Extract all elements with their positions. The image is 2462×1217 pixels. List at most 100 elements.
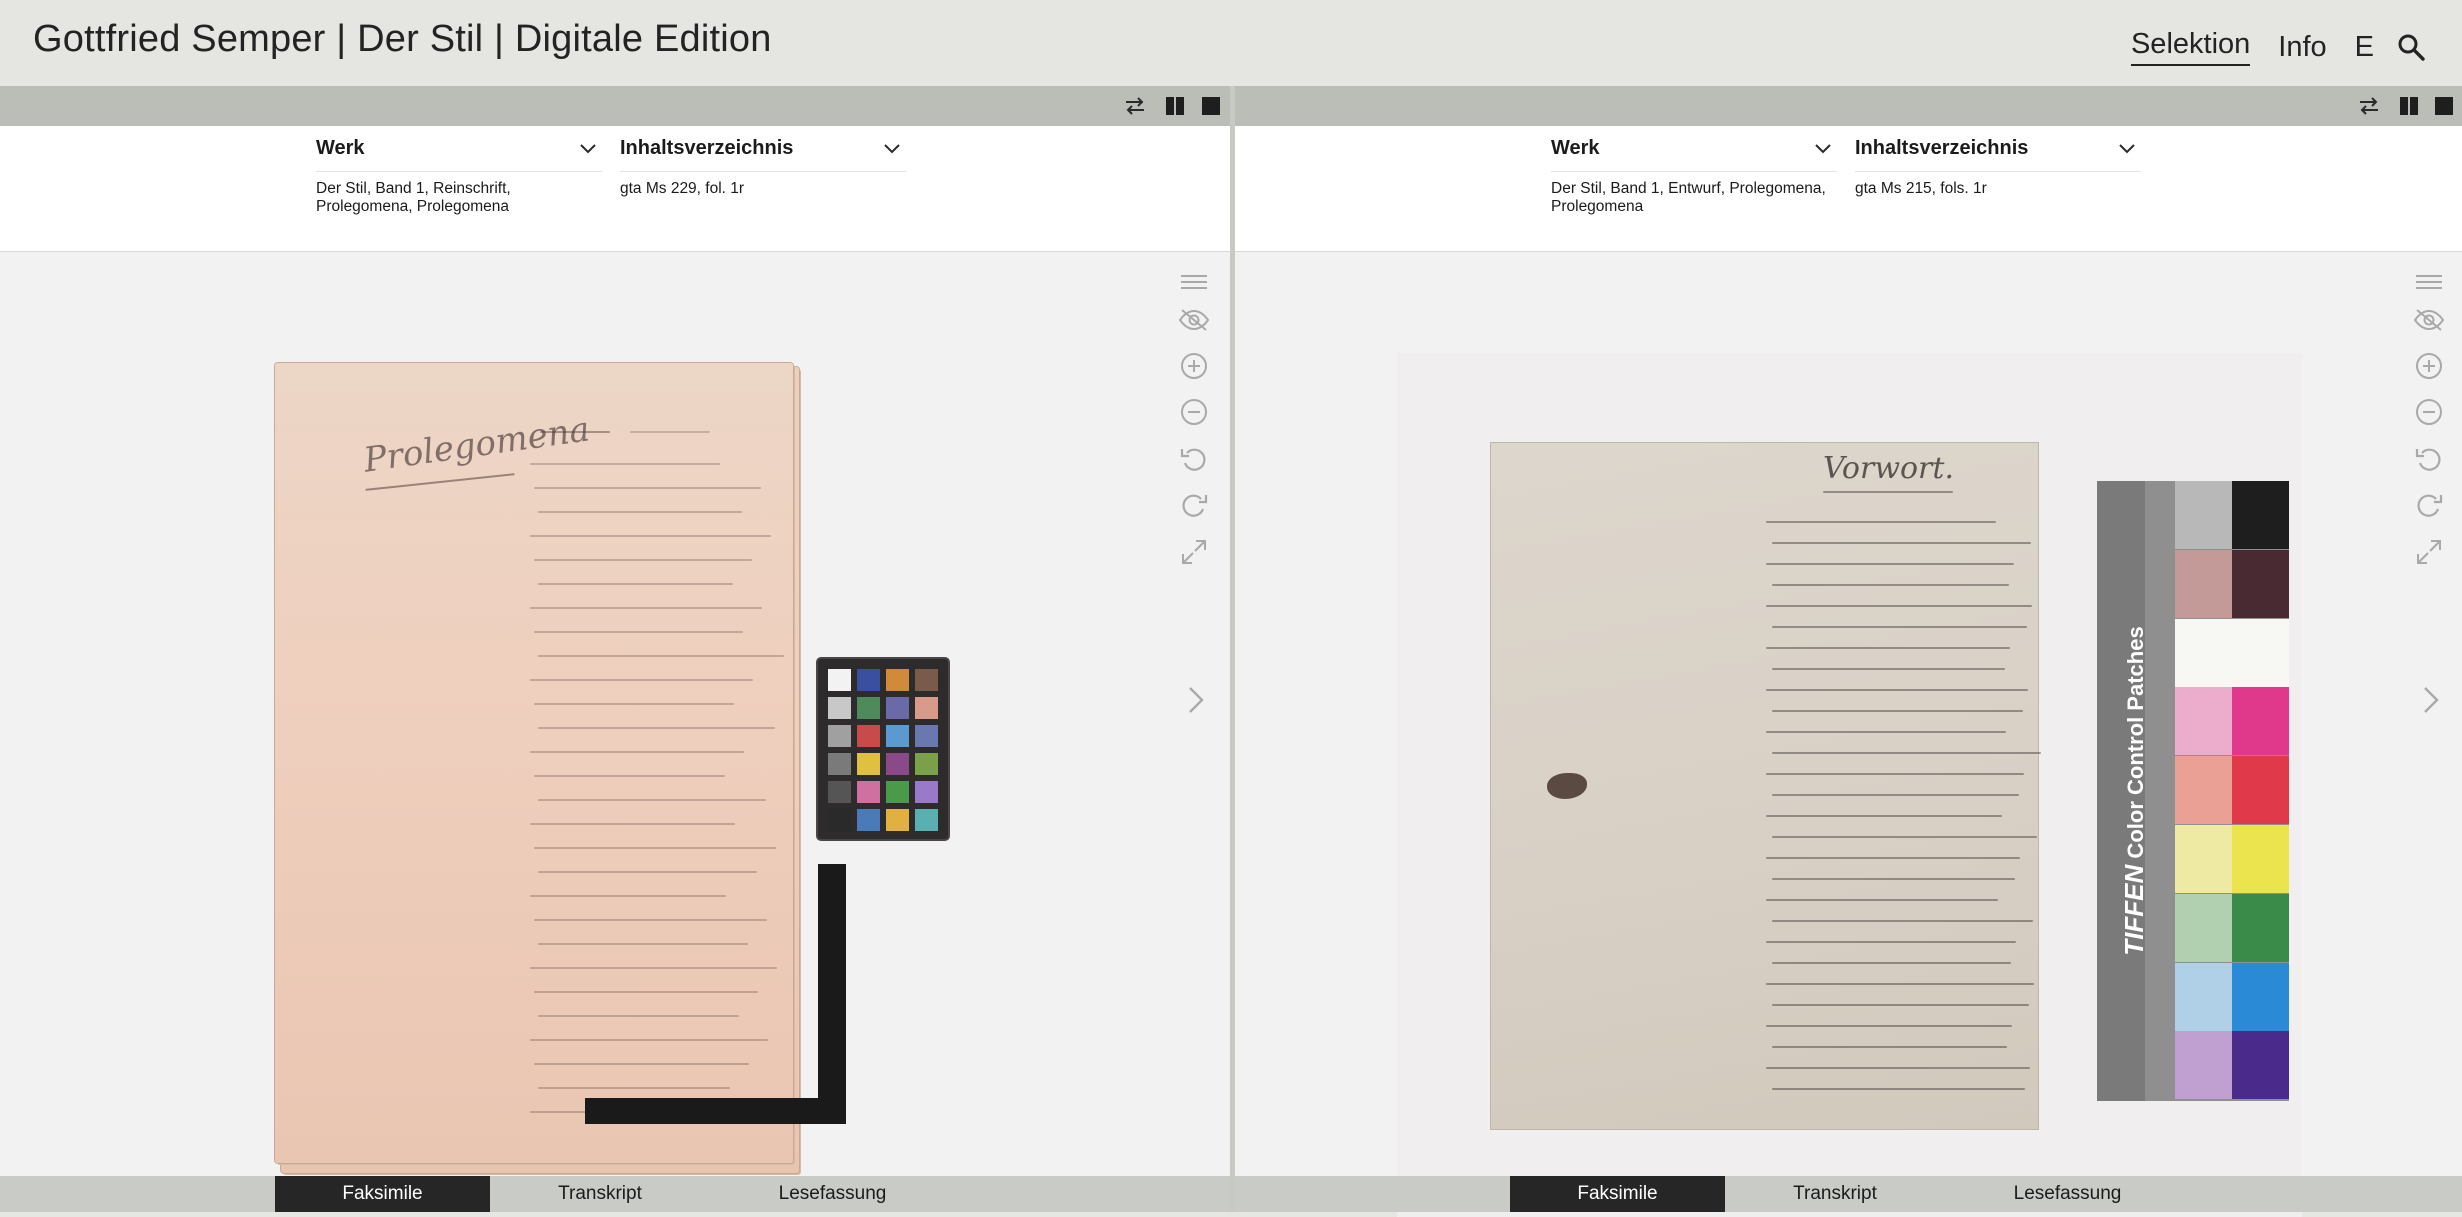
werk-dropdown[interactable]: Werk — [1551, 126, 1837, 172]
tiffen-patch — [2175, 756, 2232, 825]
tiffen-patch — [2175, 1031, 2232, 1100]
tab-faksimile[interactable]: Faksimile — [275, 1176, 490, 1212]
color-swatch — [828, 669, 851, 691]
handwriting-line — [1766, 563, 2014, 565]
document-selectors: Werk Inhaltsverzeichnis Der Stil, Band 1… — [1235, 126, 2462, 252]
color-swatch — [915, 697, 938, 719]
hide-icon[interactable] — [1174, 300, 1214, 340]
rotate-left-icon[interactable] — [2409, 439, 2449, 479]
handwriting-line — [530, 679, 753, 681]
inhaltsverzeichnis-dropdown[interactable]: Inhaltsverzeichnis — [620, 126, 906, 172]
werk-value: Der Stil, Band 1, Reinschrift, Prolegome… — [316, 180, 511, 216]
toc-label: Inhaltsverzeichnis — [620, 137, 794, 159]
werk-label: Werk — [316, 137, 365, 159]
handwriting-line — [534, 703, 734, 705]
handwriting-line — [538, 1087, 730, 1089]
handwriting-line — [534, 919, 767, 921]
single-view-icon[interactable] — [2433, 95, 2455, 117]
handwriting-line — [530, 1039, 768, 1041]
handwriting-line — [1772, 710, 2023, 712]
handwriting-line — [1766, 689, 2028, 691]
menu-icon[interactable] — [2409, 262, 2449, 302]
toc-label: Inhaltsverzeichnis — [1855, 137, 2029, 159]
handwriting-line — [1772, 962, 2011, 964]
rotate-right-icon[interactable] — [1174, 485, 1214, 525]
app-title[interactable]: Gottfried Semper | Der Stil | Digitale E… — [33, 18, 772, 61]
tiffen-patch — [2232, 962, 2289, 1031]
handwriting-line — [1772, 1004, 2029, 1006]
swap-panes-icon[interactable] — [1124, 95, 1146, 117]
color-swatch — [857, 781, 880, 803]
handwriting-line — [530, 463, 720, 465]
werk-dropdown[interactable]: Werk — [316, 126, 602, 172]
left-pane: Werk Inhaltsverzeichnis Der Stil, Band 1… — [0, 86, 1230, 1212]
scan-heading: Vorwort. — [1823, 451, 1954, 486]
next-page-arrow-icon[interactable] — [1180, 680, 1210, 720]
zoom-in-icon[interactable] — [2409, 346, 2449, 386]
handwriting-line — [1772, 1046, 2007, 1048]
split-view-icon[interactable] — [2398, 95, 2420, 117]
color-swatch — [828, 781, 851, 803]
ink-blot — [1547, 773, 1587, 799]
search-icon[interactable] — [2396, 32, 2426, 62]
tab-transkript[interactable]: Transkript — [1725, 1176, 1945, 1212]
right-pane: Werk Inhaltsverzeichnis Der Stil, Band 1… — [1235, 86, 2462, 1217]
tiffen-patch — [2232, 1031, 2289, 1100]
pane-toolbar — [1235, 86, 2462, 126]
handwriting-line — [1766, 773, 2024, 775]
color-swatch — [915, 725, 938, 747]
werk-value-line2: Prolegomena — [1551, 198, 1644, 215]
pane-toolbar — [0, 86, 1230, 126]
nav-language[interactable]: E — [2355, 31, 2374, 64]
menu-icon[interactable] — [1174, 262, 1214, 302]
rotate-right-icon[interactable] — [2409, 485, 2449, 525]
swap-panes-icon[interactable] — [2358, 95, 2380, 117]
color-swatch — [828, 725, 851, 747]
tiffen-patch — [2232, 825, 2289, 893]
color-swatch — [915, 781, 938, 803]
color-swatch — [857, 697, 880, 719]
fullscreen-icon[interactable] — [1174, 532, 1214, 572]
facsimile-viewer[interactable]: Prolegomena — [0, 252, 1230, 1176]
fullscreen-icon[interactable] — [2409, 532, 2449, 572]
single-view-icon[interactable] — [1200, 95, 1222, 117]
zoom-out-icon[interactable] — [2409, 392, 2449, 432]
color-swatch — [915, 753, 938, 775]
zoom-in-icon[interactable] — [1174, 346, 1214, 386]
handwriting-line — [538, 799, 766, 801]
tiffen-patch — [2175, 549, 2232, 618]
facsimile-viewer[interactable]: Vorwort. TIFFEN Color Control Patches — [1235, 252, 2462, 1217]
color-swatch — [857, 669, 880, 691]
nav-info[interactable]: Info — [2278, 31, 2326, 64]
color-swatch — [886, 697, 909, 719]
color-card-title: TIFFEN Color Control Patches — [2119, 511, 2159, 1071]
nav-selektion[interactable]: Selektion — [2130, 28, 2251, 66]
handwriting-line — [530, 751, 744, 753]
handwriting-line — [1766, 857, 2020, 859]
color-swatch — [886, 753, 909, 775]
hide-icon[interactable] — [2409, 300, 2449, 340]
handwriting-line — [538, 727, 775, 729]
tab-faksimile[interactable]: Faksimile — [1510, 1176, 1725, 1212]
handwriting-line — [1772, 920, 2033, 922]
view-tabs: Faksimile Transkript Lesefassung — [1235, 1176, 2462, 1212]
handwriting-line — [1772, 542, 2031, 544]
tiffen-patch — [2232, 618, 2289, 687]
inhaltsverzeichnis-dropdown[interactable]: Inhaltsverzeichnis — [1855, 126, 2141, 172]
handwriting-line — [538, 1015, 739, 1017]
color-swatch — [857, 753, 880, 775]
tab-transkript[interactable]: Transkript — [490, 1176, 710, 1212]
next-page-arrow-icon[interactable] — [2415, 680, 2445, 720]
tab-lesefassung[interactable]: Lesefassung — [710, 1176, 955, 1212]
rotate-left-icon[interactable] — [1174, 439, 1214, 479]
handwriting-line — [530, 607, 762, 609]
handwriting-line — [534, 631, 743, 633]
color-swatch — [886, 669, 909, 691]
document-selectors: Werk Inhaltsverzeichnis Der Stil, Band 1… — [0, 126, 1230, 252]
scale-ruler-horizontal — [585, 1098, 846, 1124]
tiffen-patch — [2232, 756, 2289, 825]
handwriting-line — [534, 559, 752, 561]
zoom-out-icon[interactable] — [1174, 392, 1214, 432]
tab-lesefassung[interactable]: Lesefassung — [1945, 1176, 2190, 1212]
split-view-icon[interactable] — [1164, 95, 1186, 117]
